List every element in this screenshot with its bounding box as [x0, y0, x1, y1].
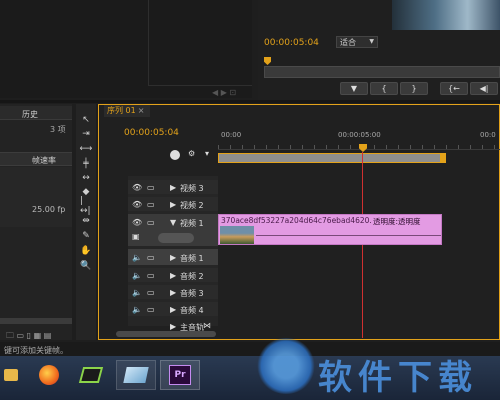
ripple-edit-tool-icon[interactable]: ⟷: [80, 143, 93, 154]
rolling-edit-tool-icon[interactable]: ╪: [80, 158, 92, 169]
expand-triangle-icon[interactable]: ▶: [170, 200, 176, 209]
go-to-in-button[interactable]: {←: [440, 82, 468, 95]
program-scrub-bar[interactable]: [264, 66, 500, 78]
firefox-icon[interactable]: [34, 360, 64, 390]
watermark-text: 软件下载: [318, 358, 478, 398]
lock-icon[interactable]: ▭: [147, 253, 155, 262]
column-framerate[interactable]: 帧速率: [32, 155, 56, 166]
pen-tool-icon[interactable]: ✎: [80, 230, 92, 241]
watermark-logo: [256, 338, 316, 394]
file-explorer-icon[interactable]: [0, 360, 22, 390]
close-icon[interactable]: ×: [138, 106, 145, 115]
work-area-bar[interactable]: [218, 153, 444, 163]
ruler-mid-label: 00:00:05:00: [338, 131, 381, 139]
timeline-scrollbar[interactable]: [116, 331, 216, 337]
eye-icon[interactable]: 👁: [132, 218, 142, 227]
marker-icon[interactable]: ⚙: [188, 149, 195, 158]
panel-divider: [0, 100, 500, 103]
opacity-line[interactable]: [256, 235, 441, 236]
premiere-taskbar-button[interactable]: Pr: [160, 360, 200, 390]
work-area-end-handle[interactable]: [440, 153, 446, 163]
slide-tool-icon[interactable]: ⇹: [80, 215, 92, 226]
eye-icon[interactable]: 👁: [132, 183, 142, 192]
expand-triangle-icon[interactable]: ▶: [170, 183, 176, 192]
fit-dropdown-label: 适合: [340, 38, 356, 47]
expand-triangle-icon[interactable]: ▶: [170, 305, 176, 314]
audio-track-1-label: 音频 1: [180, 254, 204, 263]
mark-in-button[interactable]: {: [370, 82, 398, 95]
playhead-line: [362, 152, 363, 338]
sequence-timecode: 00:00:05:04: [124, 128, 179, 138]
clip-thumbnail: [220, 226, 254, 244]
speaker-icon[interactable]: 🔈: [132, 288, 142, 297]
lock-icon[interactable]: ▭: [147, 305, 155, 314]
lock-icon[interactable]: ▭: [147, 200, 155, 209]
audio-track-2-label: 音频 2: [180, 272, 204, 281]
master-end-icon[interactable]: ⋈: [203, 321, 211, 330]
speaker-icon[interactable]: 🔈: [132, 271, 142, 280]
audio-track-4-label: 音频 4: [180, 306, 204, 315]
speaker-icon[interactable]: 🔈: [132, 253, 142, 262]
lock-icon[interactable]: ▭: [147, 288, 155, 297]
lock-icon[interactable]: ▭: [147, 183, 155, 192]
window-app-icon[interactable]: [116, 360, 156, 390]
ruler-start-label: 00:00: [221, 131, 242, 139]
project-list-area: [0, 167, 72, 227]
expand-triangle-icon[interactable]: ▶: [170, 253, 176, 262]
keyframe-controls[interactable]: [158, 233, 194, 243]
status-text: 键可添加关键帧。: [4, 346, 68, 355]
expand-triangle-icon[interactable]: ▶: [170, 322, 176, 331]
media-app-icon[interactable]: [76, 360, 106, 390]
speaker-icon[interactable]: 🔈: [132, 305, 142, 314]
add-marker-button[interactable]: ▼: [340, 82, 368, 95]
display-style-icon[interactable]: ▣: [132, 232, 140, 241]
sequence-tab-label: 序列 01: [107, 106, 136, 115]
premiere-icon: Pr: [169, 365, 191, 385]
lock-icon[interactable]: ▭: [147, 271, 155, 280]
fit-dropdown[interactable]: 适合 ▼: [336, 36, 378, 48]
audio-track-3-label: 音频 3: [180, 289, 204, 298]
eye-icon[interactable]: 👁: [132, 200, 142, 209]
clip-name: 370ace8df53227a204d64c76ebad4620.jpg: [221, 216, 371, 225]
program-timecode: 00:00:05:04: [264, 38, 319, 48]
source-controls[interactable]: ◀ ▶ ⊡: [212, 88, 236, 97]
slip-tool-icon[interactable]: |↔|: [80, 196, 92, 216]
source-inner: [148, 0, 252, 86]
tab-history[interactable]: 历史: [22, 109, 38, 120]
project-scrollbar[interactable]: [0, 318, 72, 324]
lock-icon[interactable]: ▭: [147, 218, 155, 227]
expand-triangle-icon[interactable]: ▶: [170, 271, 176, 280]
step-back-button[interactable]: ◀|: [470, 82, 498, 95]
rate-stretch-tool-icon[interactable]: ↔: [80, 172, 92, 183]
zoom-tool-icon[interactable]: 🔍: [80, 260, 92, 271]
track-select-tool-icon[interactable]: ⇥: [80, 128, 92, 139]
add-marker-icon[interactable]: ▾: [205, 149, 209, 158]
expand-triangle-icon[interactable]: ▶: [170, 288, 176, 297]
chevron-down-icon: ▼: [369, 38, 374, 45]
ruler-end-label: 00:0: [480, 131, 496, 139]
selection-tool-icon[interactable]: ↖: [80, 114, 92, 125]
program-preview-image: [392, 0, 500, 30]
video-track-3-label: 视频 3: [180, 184, 204, 193]
hand-tool-icon[interactable]: ✋: [80, 245, 92, 256]
framerate-value: 25.00 fp: [32, 205, 66, 214]
timeline-tab[interactable]: 序列 01 ×: [104, 105, 150, 117]
video-track-1-label: 视频 1: [180, 219, 204, 228]
video-track-2-label: 视频 2: [180, 201, 204, 210]
snap-icon[interactable]: [170, 150, 180, 160]
project-item-count: 3 项: [50, 125, 66, 134]
expand-triangle-icon[interactable]: ▼: [170, 218, 176, 227]
mark-out-button[interactable]: }: [400, 82, 428, 95]
clip-opacity-label[interactable]: 透明度:透明度: [373, 216, 421, 227]
